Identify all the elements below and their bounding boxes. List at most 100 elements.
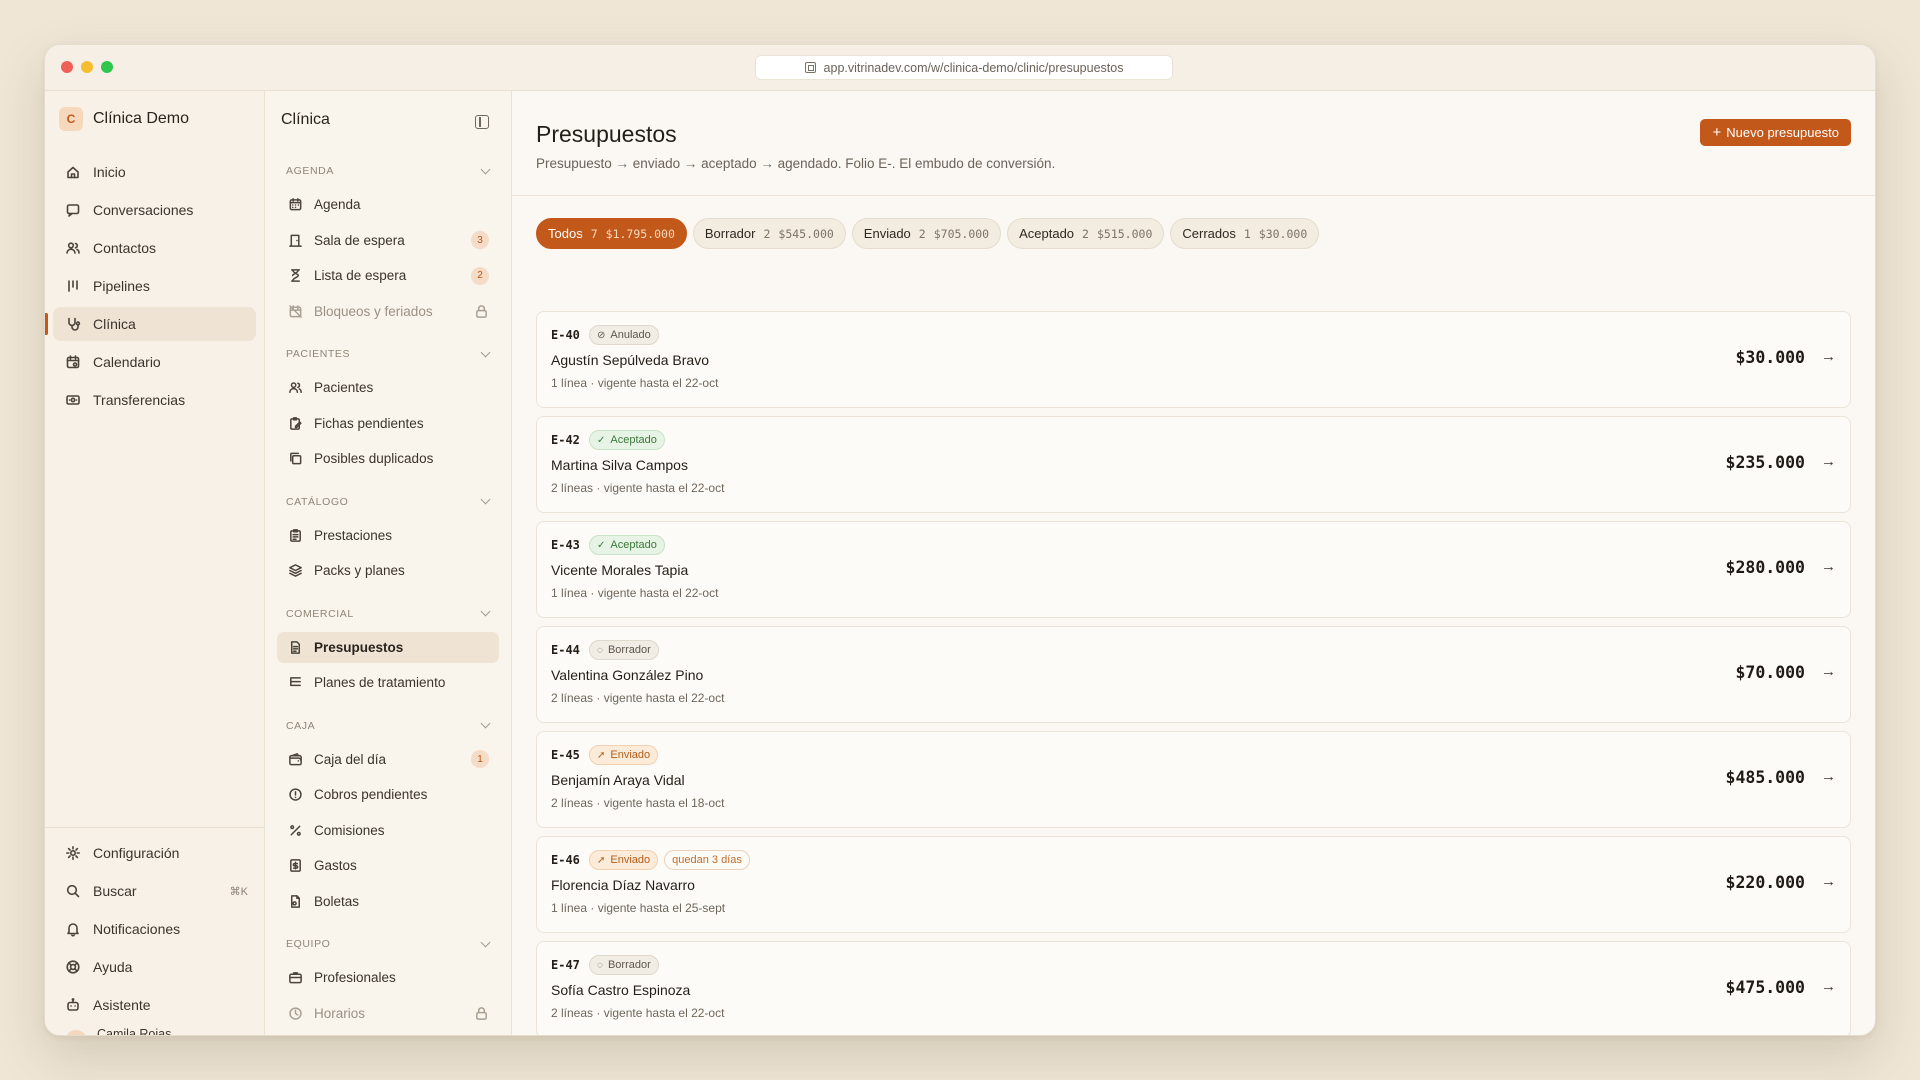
count-badge: 1 — [471, 750, 489, 768]
subnav-item-label: Posibles duplicados — [314, 451, 434, 466]
subnav-item-sala-de-espera[interactable]: Sala de espera 3 — [277, 225, 499, 256]
minimize-window-button[interactable] — [81, 61, 93, 73]
status-badge: ⊘ Anulado — [589, 325, 659, 345]
sidebar-item-transferencias[interactable]: Transferencias — [53, 383, 256, 417]
subnav-item-planes-de-tratamiento[interactable]: Planes de tratamiento — [277, 667, 499, 698]
subnav-item-fichas-pendientes[interactable]: Fichas pendientes — [277, 408, 499, 439]
quote-folio: E-40 — [551, 328, 580, 342]
section-header-comercial[interactable]: COMERCIAL — [277, 602, 499, 626]
quote-card[interactable]: E-44 ◌ Borrador Valentina González Pino 2 lí… — [536, 626, 1851, 723]
filter-chip-aceptado[interactable]: Aceptado 2 $515.000 — [1007, 218, 1165, 249]
filter-label: Enviado — [863, 226, 911, 241]
document-icon — [287, 639, 303, 655]
badge-group: ✓ Aceptado — [589, 430, 665, 450]
close-window-button[interactable] — [61, 61, 73, 73]
home-icon — [65, 164, 81, 180]
transfer-icon — [65, 392, 81, 408]
subnav-item-bloqueos-y-feriados[interactable]: Bloqueos y feriados — [277, 296, 499, 327]
filter-label: Aceptado — [1019, 226, 1075, 241]
sidebar-item-inicio[interactable]: Inicio — [53, 155, 256, 189]
quote-meta: 1 línea · vigente hasta el 25-sept — [551, 901, 726, 915]
sidebar-item-configuracion[interactable]: Configuración — [53, 836, 256, 870]
status-filters: Todos 7 $1.795.000 Borrador 2 $545.000 Enviado… — [536, 218, 1320, 249]
arrow-right-icon[interactable]: → — [1821, 663, 1836, 680]
section-header-catalogo[interactable]: CATÁLOGO — [277, 490, 499, 514]
quote-meta: 1 línea · vigente hasta el 22-oct — [551, 586, 719, 600]
subnav-item-caja-del-dia[interactable]: Caja del día 1 — [277, 744, 499, 775]
sidebar-item-conversaciones[interactable]: Conversaciones — [53, 193, 256, 227]
quote-card[interactable]: E-46 ➚ Enviado quedan 3 días Florencia Díaz … — [536, 836, 1851, 933]
sidebar-item-ayuda[interactable]: Ayuda — [53, 950, 256, 984]
filter-chip-todos[interactable]: Todos 7 $1.795.000 — [536, 218, 687, 249]
sidebar-item-buscar[interactable]: Buscar ⌘K — [53, 874, 256, 908]
sidebar-item-notificaciones[interactable]: Notificaciones — [53, 912, 256, 946]
subnav-item-posibles-duplicados[interactable]: Posibles duplicados — [277, 443, 499, 474]
sidebar-item-label: Asistente — [93, 997, 151, 1013]
subnav-item-comisiones[interactable]: Comisiones — [277, 815, 499, 846]
subnav-item-agenda[interactable]: Agenda — [277, 189, 499, 220]
subnav-item-prestaciones[interactable]: Prestaciones — [277, 520, 499, 551]
subnav-item-packs-y-planes[interactable]: Packs y planes — [277, 555, 499, 586]
patient-name: Agustín Sepúlveda Bravo — [551, 352, 709, 368]
sidebar-item-contactos[interactable]: Contactos — [53, 231, 256, 265]
subnav-item-boxes-y-recursos[interactable]: Boxes y recursos — [277, 1033, 499, 1035]
badge-group: ➚ Enviado — [589, 745, 659, 765]
sidebar-item-pipelines[interactable]: Pipelines — [53, 269, 256, 303]
quote-card[interactable]: E-45 ➚ Enviado Benjamín Araya Vidal 2 líneas… — [536, 731, 1851, 828]
subnav-item-pacientes[interactable]: Pacientes — [277, 372, 499, 403]
subnav-item-boletas[interactable]: Boletas — [277, 886, 499, 917]
user-menu[interactable]: CA Camila Rojas Recepción — [53, 1028, 256, 1035]
collapse-sidebar-icon[interactable] — [475, 115, 489, 129]
patient-name: Martina Silva Campos — [551, 457, 688, 473]
subnav-item-presupuestos[interactable]: Presupuestos — [277, 631, 499, 663]
quote-card[interactable]: E-47 ◌ Borrador Sofía Castro Espinoza 2 líne… — [536, 941, 1851, 1035]
status-icon: ➚ — [597, 854, 606, 866]
subnav-item-gastos[interactable]: Gastos — [277, 850, 499, 881]
maximize-window-button[interactable] — [101, 61, 113, 73]
calendar-off-icon — [287, 303, 303, 319]
subnav-item-cobros-pendientes[interactable]: Cobros pendientes — [277, 779, 499, 810]
section-header-agenda[interactable]: AGENDA — [277, 159, 499, 183]
subnav-item-horarios[interactable]: Horarios — [277, 998, 499, 1029]
section-header-equipo[interactable]: EQUIPO — [277, 932, 499, 956]
filter-chip-enviado[interactable]: Enviado 2 $705.000 — [851, 218, 1002, 249]
sidebar-item-calendario[interactable]: Calendario — [53, 345, 256, 379]
quote-card[interactable]: E-42 ✓ Aceptado Martina Silva Campos 2 línea… — [536, 416, 1851, 513]
divider — [512, 195, 1875, 196]
workspace-avatar: C — [59, 107, 83, 131]
filter-amount: $1.795.000 — [605, 226, 675, 241]
quote-card[interactable]: E-40 ⊘ Anulado Agustín Sepúlveda Bravo 1 lín… — [536, 311, 1851, 408]
new-quote-button[interactable]: + Nuevo presupuesto — [1700, 119, 1851, 146]
sidebar-item-label: Configuración — [93, 845, 180, 861]
sidebar-item-clinica[interactable]: Clínica — [45, 307, 256, 341]
subnav-item-lista-de-espera[interactable]: Lista de espera 2 — [277, 260, 499, 291]
arrow-right-icon[interactable]: → — [1821, 453, 1836, 470]
alert-circle-icon — [287, 787, 303, 803]
sidebar-item-asistente[interactable]: Asistente — [53, 988, 256, 1022]
arrow-right-icon[interactable]: → — [1821, 978, 1836, 995]
quote-card[interactable]: E-43 ✓ Aceptado Vicente Morales Tapia 1 líne… — [536, 521, 1851, 618]
sidebar-item-label: Calendario — [93, 354, 161, 370]
filter-count: 1 — [1243, 226, 1251, 241]
arrow-right-icon[interactable]: → — [1821, 768, 1836, 785]
hourglass-icon — [287, 268, 303, 284]
status-label: Borrador — [607, 959, 651, 971]
status-icon: ◌ — [597, 959, 603, 971]
status-badge: ◌ Borrador — [589, 955, 659, 975]
arrow-right-icon[interactable]: → — [1821, 348, 1836, 365]
section-header-caja[interactable]: CAJA — [277, 714, 499, 738]
workspace-switcher[interactable]: C Clínica Demo — [59, 107, 189, 131]
address-bar[interactable]: app.vitrinadev.com/w/clinica-demo/clinic… — [755, 55, 1173, 80]
badge-group: ◌ Borrador — [589, 640, 659, 660]
status-icon: ➚ — [597, 749, 606, 761]
subnav-item-profesionales[interactable]: Profesionales — [277, 962, 499, 993]
wallet-icon — [287, 751, 303, 767]
patient-name: Benjamín Araya Vidal — [551, 772, 685, 788]
filter-chip-borrador[interactable]: Borrador 2 $545.000 — [692, 218, 846, 249]
filter-chip-cerrados[interactable]: Cerrados 1 $30.000 — [1170, 218, 1320, 249]
section-header-pacientes[interactable]: PACIENTES — [277, 342, 499, 366]
page-title: Presupuestos — [536, 121, 677, 147]
quote-amount: $220.000 — [1725, 873, 1805, 892]
arrow-right-icon[interactable]: → — [1821, 558, 1836, 575]
arrow-right-icon[interactable]: → — [1821, 873, 1836, 890]
